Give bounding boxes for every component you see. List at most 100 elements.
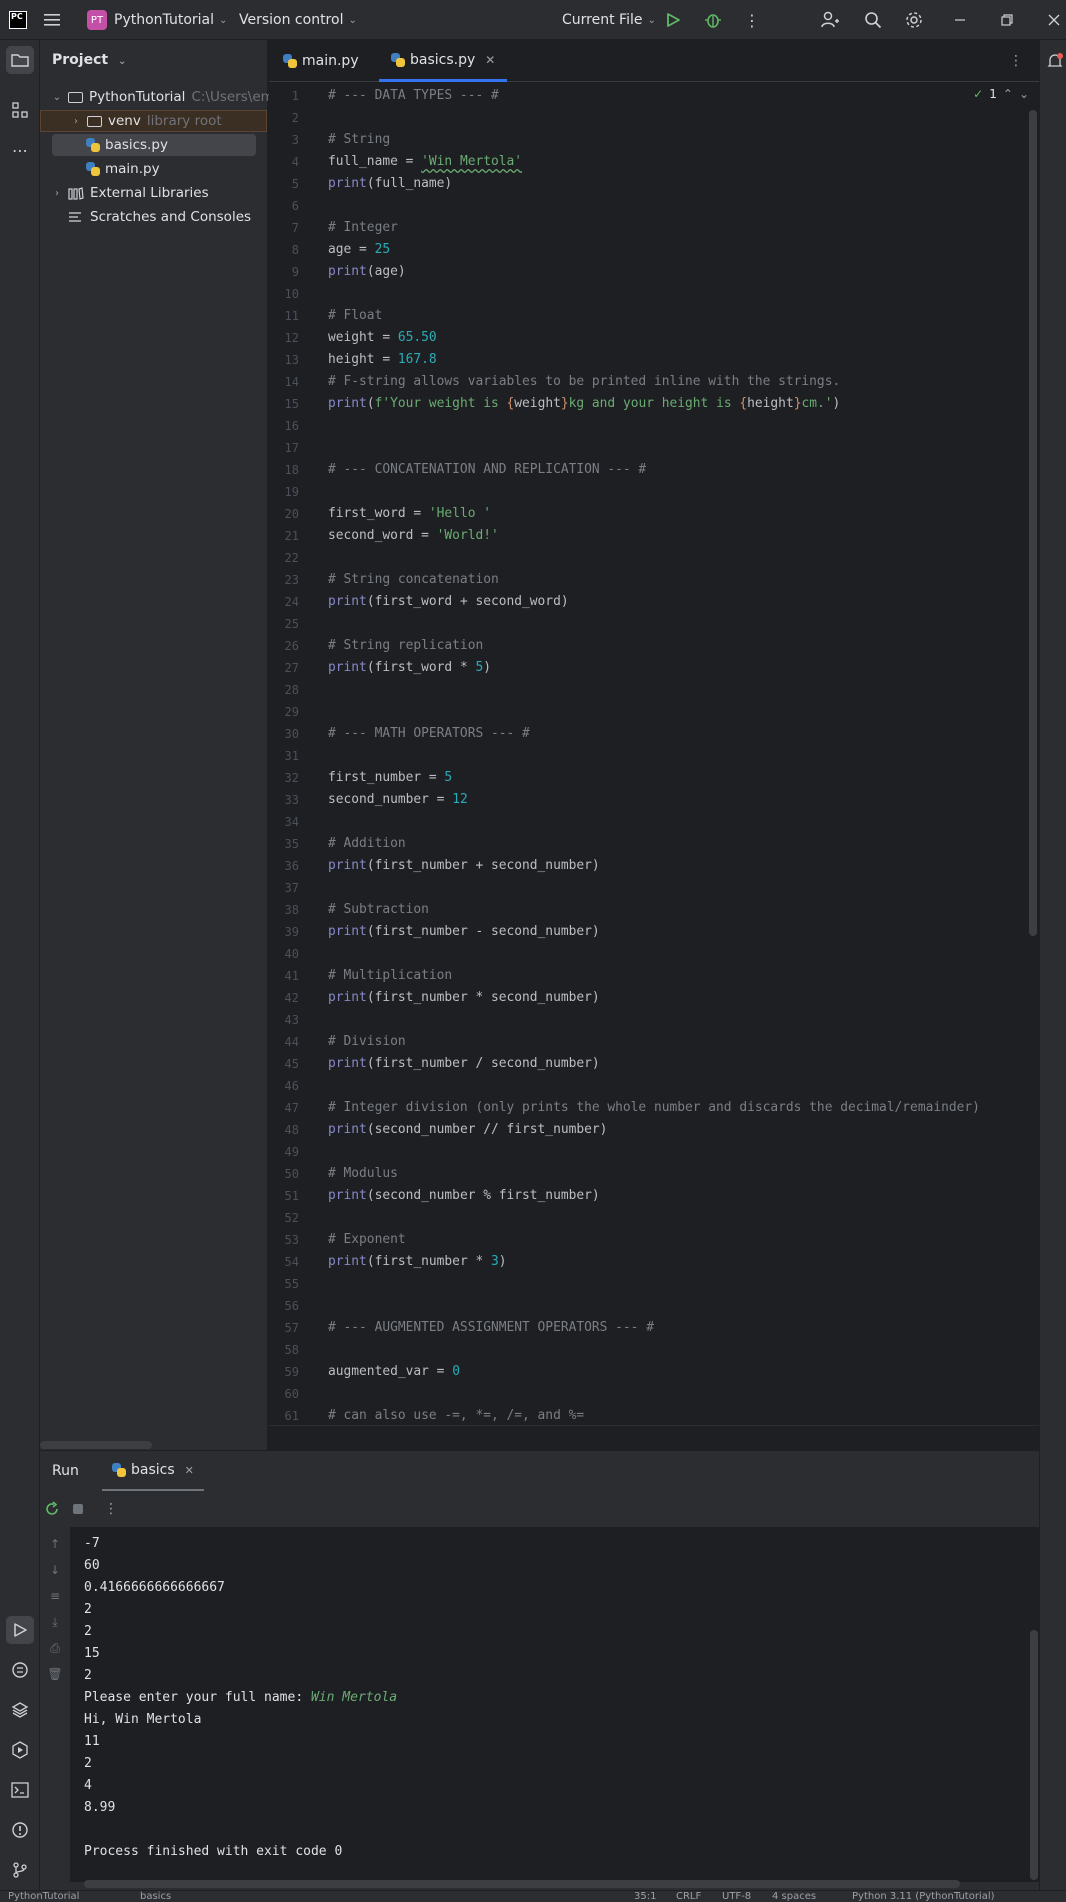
line-number[interactable]: 39 [269, 921, 323, 943]
console-horizontal-scrollbar[interactable] [84, 1880, 960, 1888]
code-line[interactable]: age = 25 [328, 239, 390, 261]
line-number[interactable]: 44 [269, 1031, 323, 1053]
code-line[interactable]: # --- CONCATENATION AND REPLICATION --- … [328, 459, 646, 481]
stop-button[interactable] [69, 1500, 87, 1518]
line-number[interactable]: 57 [269, 1317, 323, 1339]
line-number[interactable]: 29 [269, 701, 323, 723]
code-line[interactable]: # Integer [328, 217, 398, 239]
line-number[interactable]: 49 [269, 1141, 323, 1163]
code-line[interactable]: print(second_number % first_number) [328, 1185, 600, 1207]
code-line[interactable]: print(first_number + second_number) [328, 855, 600, 877]
code-line[interactable]: # Integer division (only prints the whol… [328, 1097, 980, 1119]
line-number[interactable]: 61 [269, 1405, 323, 1425]
status-project[interactable]: PythonTutorial [8, 1891, 79, 1902]
code-line[interactable]: # can also use -=, *=, /=, and %= [328, 1405, 584, 1425]
code-line[interactable]: # F-string allows variables to be printe… [328, 371, 840, 393]
inspection-widget[interactable]: ✓ 1 ⌃ ⌄ [973, 87, 1029, 101]
run-more-button[interactable]: ⋮ [102, 1500, 120, 1518]
status-indent[interactable]: 4 spaces [772, 1891, 816, 1902]
code-line[interactable]: second_number = 12 [328, 789, 468, 811]
python-packages-button[interactable] [6, 1696, 34, 1724]
line-number[interactable]: 25 [269, 613, 323, 635]
code-line[interactable]: augmented_var = 0 [328, 1361, 460, 1383]
line-number[interactable]: 19 [269, 481, 323, 503]
scroll-to-end-icon[interactable]: ⤓ [46, 1615, 64, 1633]
run-tab-basics[interactable]: basics ✕ [102, 1451, 204, 1491]
line-number[interactable]: 58 [269, 1339, 323, 1361]
code-line[interactable]: first_word = 'Hello ' [328, 503, 491, 525]
code-line[interactable]: # Division [328, 1031, 406, 1053]
status-caret-position[interactable]: 35:1 [634, 1891, 656, 1902]
status-file[interactable]: basics [140, 1891, 171, 1902]
print-icon[interactable]: ⎙ [46, 1641, 64, 1659]
code-editor[interactable]: 1 2 3 4 5 6 7 8 9 10 11 12 13 14 15 16 17 18 19 20 21 22 23 24 2… [269, 83, 1039, 1425]
code-line[interactable]: print(full_name) [328, 173, 452, 195]
project-switcher[interactable]: PT PythonTutorial ⌄ [87, 0, 227, 40]
run-tool-button[interactable] [6, 1616, 34, 1644]
line-number[interactable]: 1 [269, 85, 323, 107]
line-number[interactable]: 48 [269, 1119, 323, 1141]
line-number[interactable]: 54 [269, 1251, 323, 1273]
soft-wrap-icon[interactable]: ≡ [46, 1589, 64, 1607]
code-line[interactable]: # Modulus [328, 1163, 398, 1185]
code-line[interactable]: # String replication [328, 635, 483, 657]
more-tools-button[interactable]: ⋯ [6, 136, 34, 164]
status-encoding[interactable]: UTF-8 [722, 1891, 751, 1902]
code-line[interactable]: print(first_number / second_number) [328, 1053, 600, 1075]
trash-icon[interactable]: 🗑 [46, 1667, 64, 1685]
console-vertical-scrollbar[interactable] [1030, 1630, 1038, 1880]
line-number[interactable]: 4 [269, 151, 323, 173]
line-number[interactable]: 15 [269, 393, 323, 415]
line-number[interactable]: 33 [269, 789, 323, 811]
rerun-button[interactable] [43, 1500, 61, 1518]
line-number[interactable]: 20 [269, 503, 323, 525]
code-line[interactable]: print(first_number * 3) [328, 1251, 507, 1273]
structure-tool-button[interactable] [6, 96, 34, 124]
close-icon[interactable]: ✕ [485, 53, 495, 67]
line-number[interactable]: 43 [269, 1009, 323, 1031]
line-number[interactable]: 60 [269, 1383, 323, 1405]
settings-button[interactable] [904, 0, 924, 40]
line-number[interactable]: 18 [269, 459, 323, 481]
close-window-button[interactable] [1047, 0, 1061, 40]
line-number[interactable]: 13 [269, 349, 323, 371]
line-number[interactable]: 41 [269, 965, 323, 987]
close-icon[interactable]: ✕ [185, 1464, 194, 1477]
tree-root-project[interactable]: ⌄ PythonTutorial C:\Users\em [50, 86, 274, 108]
code-line[interactable]: # String concatenation [328, 569, 499, 591]
tab-main-py[interactable]: main.py [283, 40, 359, 82]
line-number[interactable]: 38 [269, 899, 323, 921]
status-interpreter[interactable]: Python 3.11 (PythonTutorial) [852, 1891, 995, 1902]
project-panel-title[interactable]: Project ⌄ [52, 52, 126, 68]
line-number[interactable]: 42 [269, 987, 323, 1009]
arrow-up-icon[interactable]: ↑ [46, 1537, 64, 1555]
code-line[interactable]: full_name = 'Win Mertola' [328, 151, 522, 173]
debug-button[interactable] [704, 0, 722, 40]
code-line[interactable]: print(first_number * second_number) [328, 987, 600, 1009]
tab-options-button[interactable]: ⋮ [1009, 40, 1023, 82]
vcs-menu[interactable]: Version control ⌄ [239, 0, 357, 40]
line-number[interactable]: 53 [269, 1229, 323, 1251]
line-number[interactable]: 10 [269, 283, 323, 305]
code-line[interactable]: # Multiplication [328, 965, 452, 987]
chevron-down-icon[interactable]: ⌄ [1019, 87, 1029, 101]
main-menu-button[interactable] [44, 0, 62, 40]
line-number[interactable]: 7 [269, 217, 323, 239]
code-line[interactable]: # Subtraction [328, 899, 429, 921]
version-control-button[interactable] [6, 1856, 34, 1884]
line-number[interactable]: 17 [269, 437, 323, 459]
line-number[interactable]: 32 [269, 767, 323, 789]
editor-vertical-scrollbar[interactable] [1029, 110, 1037, 936]
line-number[interactable]: 8 [269, 239, 323, 261]
restore-button[interactable] [1000, 0, 1014, 40]
line-number[interactable]: 2 [269, 107, 323, 129]
line-number[interactable]: 26 [269, 635, 323, 657]
code-line[interactable]: print(first_word + second_word) [328, 591, 569, 613]
chevron-up-icon[interactable]: ⌃ [1003, 87, 1013, 101]
terminal-button[interactable] [6, 1776, 34, 1804]
code-line[interactable]: # Float [328, 305, 382, 327]
code-line[interactable]: first_number = 5 [328, 767, 452, 789]
line-number[interactable]: 51 [269, 1185, 323, 1207]
tree-item-basics-py[interactable]: basics.py [52, 134, 256, 156]
line-number[interactable]: 52 [269, 1207, 323, 1229]
